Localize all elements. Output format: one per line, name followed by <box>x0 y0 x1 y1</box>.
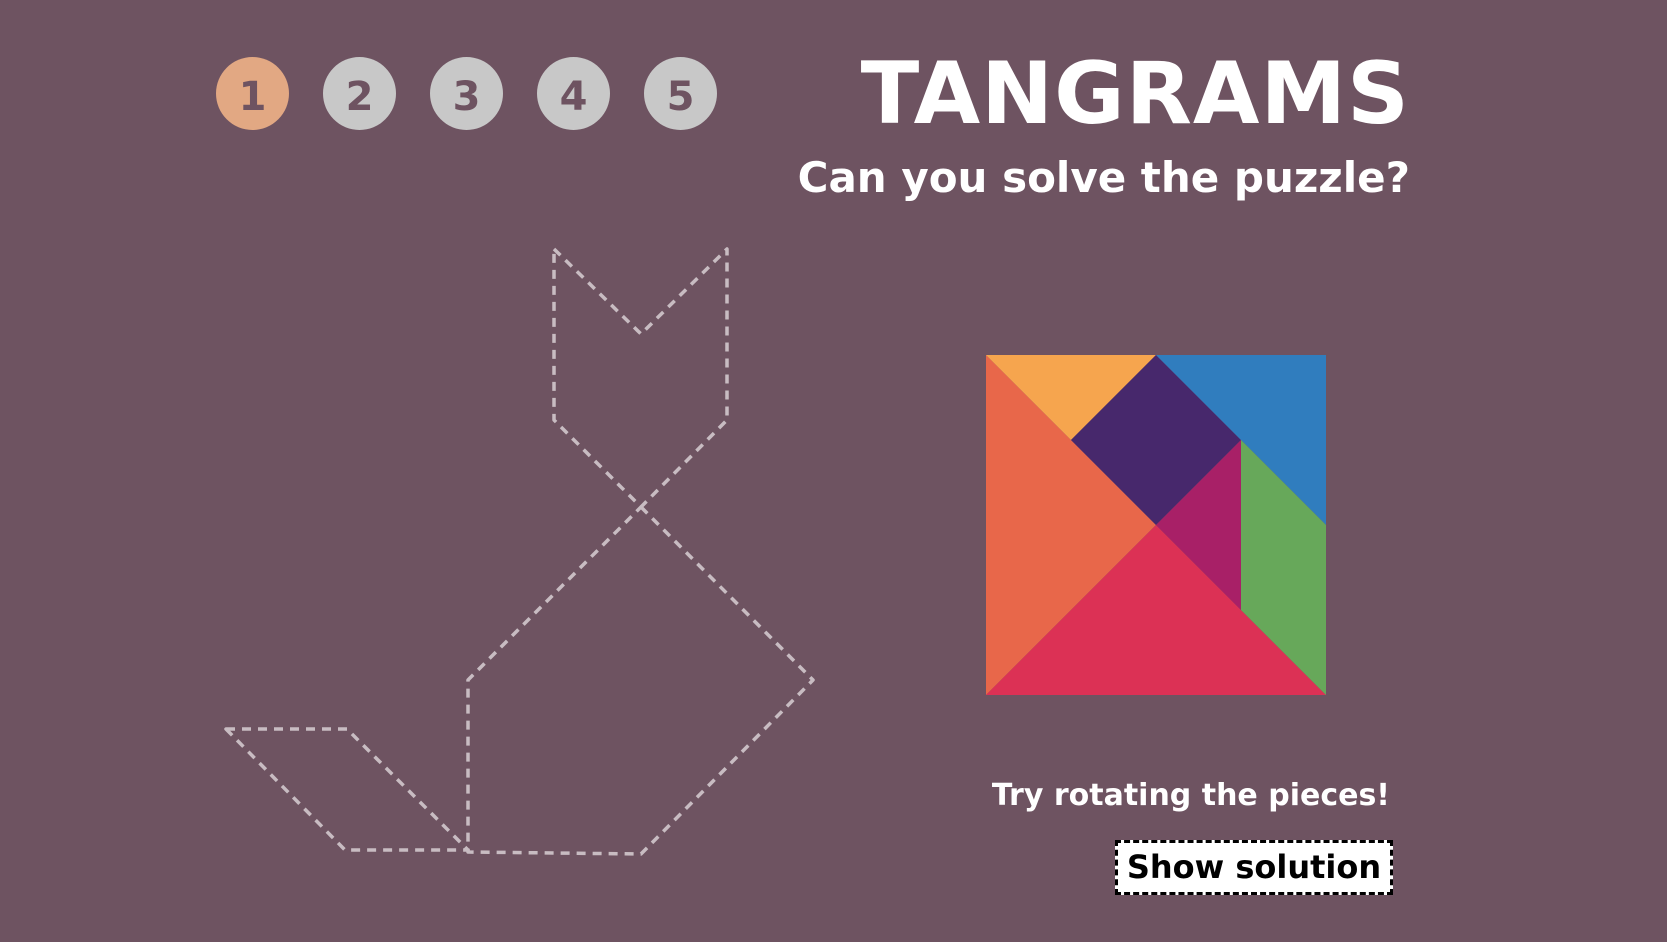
tangram-pieces <box>986 355 1326 695</box>
outline-body <box>466 505 815 856</box>
outline-head <box>552 247 729 509</box>
puzzle-target-outline <box>224 247 815 856</box>
hint-text: Try rotating the pieces! <box>991 778 1390 813</box>
show-solution-button[interactable]: Show solution <box>1115 840 1393 895</box>
outline-tail <box>224 727 470 852</box>
